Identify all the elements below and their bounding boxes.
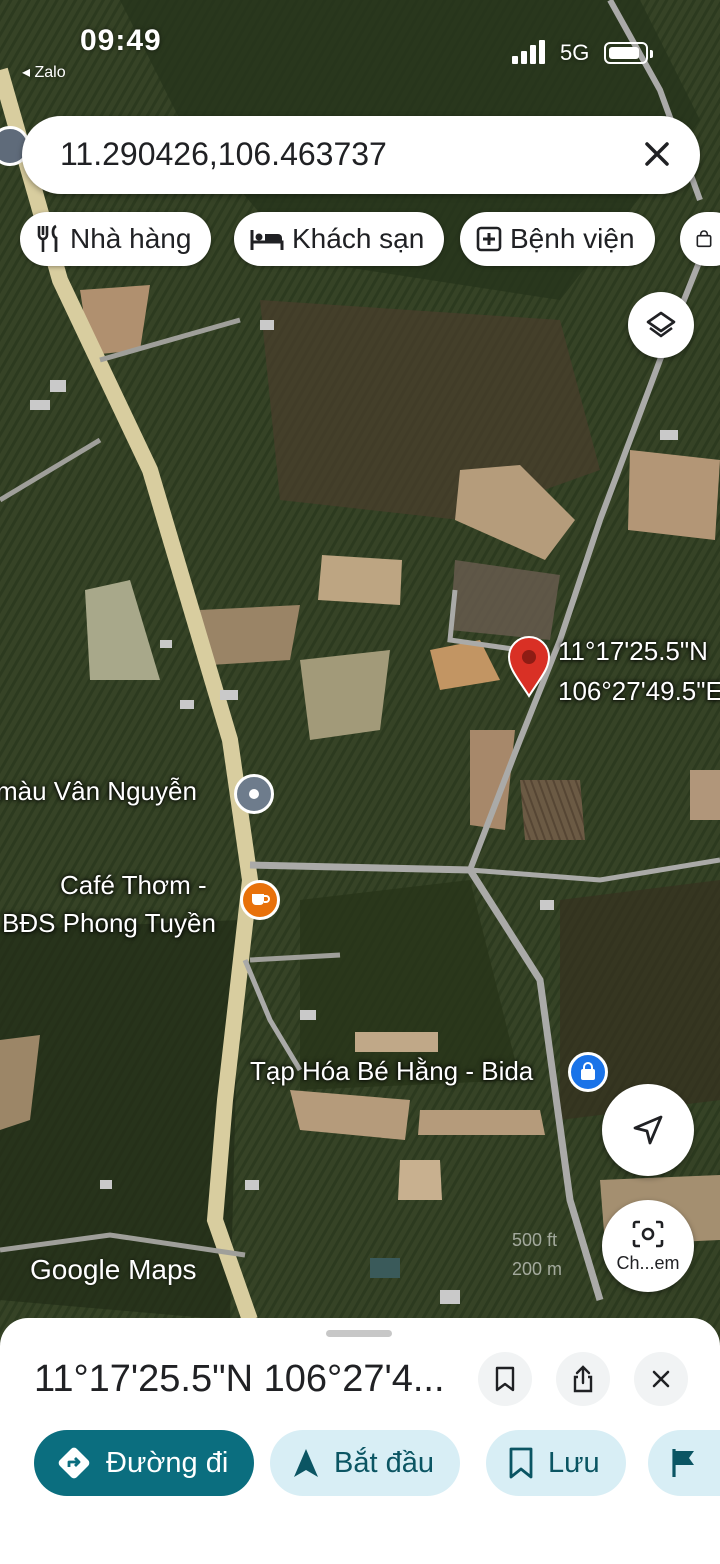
chip-restaurants[interactable]: Nhà hàng bbox=[20, 212, 212, 266]
poi-marker-van-nguyen[interactable] bbox=[234, 774, 274, 814]
pin-coords-lng: 106°27'49.5"E bbox=[558, 676, 720, 706]
chip-label: Khách sạn bbox=[292, 223, 425, 254]
place-pin-icon bbox=[249, 789, 259, 799]
shopping-bag-icon bbox=[696, 230, 712, 248]
scale-feet: 500 ft bbox=[512, 1230, 558, 1250]
place-title: 11°17'25.5"N 106°27'4... bbox=[34, 1358, 445, 1400]
poi-label-cafe[interactable]: Café Thơm - bbox=[60, 870, 207, 901]
poi-marker-cafe[interactable] bbox=[240, 880, 280, 920]
chip-hospitals[interactable]: Bệnh viện bbox=[460, 212, 655, 266]
save-label: Lưu bbox=[548, 1446, 600, 1479]
camera-button-label: Ch...em bbox=[616, 1252, 680, 1273]
navigation-arrow-icon bbox=[633, 1115, 663, 1145]
hospital-icon bbox=[476, 226, 502, 252]
search-bar[interactable]: 11.290426,106.463737 bbox=[22, 116, 700, 194]
network-type: 5G bbox=[560, 40, 590, 65]
camera-scan-icon bbox=[632, 1220, 664, 1247]
map-layers-button[interactable] bbox=[628, 292, 694, 358]
status-time: 09:49 bbox=[80, 24, 162, 57]
directions-button[interactable]: Đường đi bbox=[34, 1430, 255, 1496]
cellular-signal-icon bbox=[512, 40, 545, 64]
status-bar: 09:49 ◂ Zalo 5G bbox=[0, 0, 720, 90]
chip-label: Nhà hàng bbox=[70, 223, 192, 254]
bookmark-icon bbox=[509, 1447, 533, 1479]
start-label: Bắt đầu bbox=[334, 1446, 434, 1479]
my-location-button[interactable] bbox=[602, 1084, 694, 1176]
place-bottom-sheet[interactable]: 11°17'25.5"N 106°27'4... Đường đi Bắt đầ… bbox=[0, 1318, 720, 1564]
close-icon bbox=[652, 1370, 670, 1388]
flag-icon bbox=[672, 1449, 694, 1477]
save-button[interactable]: Lưu bbox=[486, 1430, 626, 1496]
layers-icon bbox=[646, 311, 676, 338]
google-maps-logo: Google Maps bbox=[30, 1254, 197, 1285]
chip-hotels[interactable]: Khách sạn bbox=[234, 212, 445, 266]
poi-label-cafe-line2[interactable]: BĐS Phong Tuyền bbox=[2, 908, 216, 939]
close-sheet-button[interactable] bbox=[634, 1352, 688, 1406]
directions-icon bbox=[58, 1447, 90, 1479]
coffee-cup-icon bbox=[252, 894, 270, 905]
share-icon bbox=[573, 1365, 593, 1393]
poi-label-van-nguyen[interactable]: màu Vân Nguyễn bbox=[0, 776, 197, 807]
poi-marker-tap-hoa[interactable] bbox=[568, 1052, 608, 1092]
hotel-icon bbox=[250, 230, 284, 250]
battery-icon bbox=[604, 42, 653, 64]
bookmark-icon bbox=[495, 1366, 515, 1392]
dropped-pin-icon[interactable] bbox=[506, 636, 552, 698]
map-scale: 500 ft 200 m bbox=[512, 1230, 562, 1280]
scale-meters: 200 m bbox=[512, 1259, 563, 1279]
shopping-bag-icon bbox=[581, 1062, 595, 1080]
directions-label: Đường đi bbox=[106, 1446, 229, 1479]
pin-coords-lat: 11°17'25.5"N bbox=[558, 636, 708, 666]
restaurant-icon bbox=[37, 224, 58, 252]
sheet-drag-handle[interactable] bbox=[326, 1330, 392, 1337]
search-query[interactable]: 11.290426,106.463737 bbox=[60, 136, 387, 173]
start-button[interactable]: Bắt đầu bbox=[270, 1430, 460, 1496]
back-to-app-link[interactable]: ◂ Zalo bbox=[22, 62, 66, 82]
clear-search-icon[interactable] bbox=[636, 133, 678, 175]
navigation-arrow-icon bbox=[294, 1449, 318, 1477]
save-place-button[interactable] bbox=[478, 1352, 532, 1406]
camera-search-button[interactable]: Ch...em bbox=[602, 1200, 694, 1292]
label-button[interactable] bbox=[648, 1430, 720, 1496]
poi-label-tap-hoa[interactable]: Tạp Hóa Bé Hằng - Bida bbox=[250, 1056, 533, 1087]
share-button[interactable] bbox=[556, 1352, 610, 1406]
chip-label: Bệnh viện bbox=[510, 223, 635, 254]
